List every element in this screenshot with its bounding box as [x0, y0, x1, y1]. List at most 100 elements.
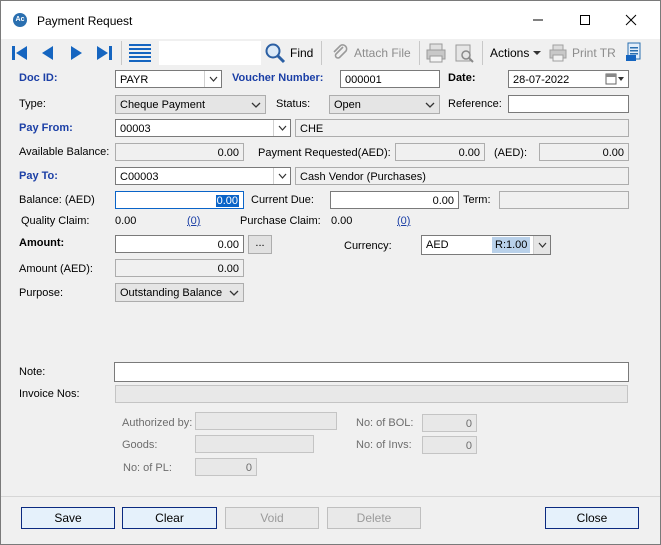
first-record-icon[interactable]: [11, 44, 29, 62]
app-icon: Ac: [13, 13, 27, 27]
authorized-by-label: Authorized by:: [122, 417, 193, 429]
window-title: Payment Request: [37, 14, 133, 28]
type-value: Cheque Payment: [120, 99, 205, 111]
currency-select[interactable]: AED R:1.00: [421, 235, 551, 255]
delete-label: Delete: [356, 511, 392, 525]
maximize-button[interactable]: [564, 7, 606, 35]
printer-icon: [549, 44, 567, 62]
chevron-down-icon: [251, 102, 261, 108]
find-label: Find: [290, 46, 314, 60]
aed-value: 0.00: [539, 143, 629, 161]
actions-menu-button[interactable]: Actions: [490, 42, 542, 64]
clear-button[interactable]: Clear: [122, 507, 217, 529]
print-preview-icon[interactable]: [453, 42, 475, 64]
previous-record-icon[interactable]: [39, 44, 57, 62]
attach-file-button[interactable]: Attach File: [330, 42, 411, 64]
type-dropdown[interactable]: Cheque Payment: [115, 95, 266, 114]
goods-label: Goods:: [122, 439, 158, 451]
attach-file-label: Attach File: [354, 46, 411, 60]
purchase-claim-value: 0.00: [331, 215, 353, 227]
date-label: Date:: [448, 72, 476, 84]
close-window-button[interactable]: [610, 7, 652, 35]
purpose-dropdown[interactable]: Outstanding Balance: [115, 283, 244, 302]
status-label: Status:: [276, 98, 311, 110]
minimize-icon: [533, 19, 543, 21]
save-button[interactable]: Save: [21, 507, 115, 529]
purpose-label: Purpose:: [19, 287, 64, 299]
list-view-icon[interactable]: [128, 42, 152, 64]
available-balance-label: Available Balance:: [19, 146, 110, 158]
print-icon[interactable]: [425, 42, 447, 64]
last-record-icon[interactable]: [95, 44, 113, 62]
pay-from-code: 00003: [120, 123, 151, 135]
toolbar-separator: [482, 41, 483, 65]
footer-divider: [1, 496, 660, 497]
pay-to-code: C00003: [120, 171, 159, 183]
toolbar: Find Attach File Actions Print TR: [1, 39, 660, 67]
purpose-value: Outstanding Balance: [120, 287, 223, 299]
aed-label: (AED):: [494, 147, 527, 159]
void-button[interactable]: Void: [225, 507, 319, 529]
current-due-value: 0.00: [330, 191, 459, 209]
find-button[interactable]: Find: [264, 42, 313, 64]
calendar-icon: [605, 72, 625, 87]
toolbar-separator: [121, 41, 122, 65]
no-of-invs-label: No: of Invs:: [356, 439, 412, 451]
note-input[interactable]: [114, 362, 629, 382]
maximize-icon: [580, 15, 590, 25]
reference-input[interactable]: [508, 95, 629, 113]
payment-requested-label: Payment Requested(AED):: [258, 147, 391, 159]
exchange-rate: R:1.00: [492, 237, 531, 253]
toolbar-search-field[interactable]: [159, 41, 261, 65]
voucher-number-input[interactable]: 000001: [340, 70, 440, 88]
goods-value: [195, 435, 314, 453]
pay-from-label: Pay From:: [19, 122, 73, 134]
doc-id-label: Doc ID:: [19, 72, 58, 84]
current-due-label: Current Due:: [251, 194, 314, 206]
no-of-pl-label: No: of PL:: [123, 462, 172, 474]
toolbar-separator: [321, 41, 322, 65]
next-record-icon[interactable]: [67, 44, 85, 62]
minimize-button[interactable]: [517, 7, 559, 35]
term-label: Term:: [463, 194, 491, 206]
save-label: Save: [54, 511, 82, 525]
amount-lookup-button[interactable]: ...: [248, 235, 272, 254]
pay-to-name: Cash Vendor (Purchases): [295, 167, 629, 185]
doc-id-select[interactable]: PAYR: [115, 70, 222, 88]
actions-label: Actions: [490, 46, 530, 60]
invoice-nos-value: [115, 385, 628, 403]
pay-to-label: Pay To:: [19, 170, 58, 182]
delete-button[interactable]: Delete: [327, 507, 421, 529]
title-bar: Ac Payment Request: [1, 1, 660, 39]
quality-claim-value: 0.00: [115, 215, 137, 227]
payment-request-window: Ac Payment Request Find Attach File Acti…: [0, 0, 661, 545]
clear-label: Clear: [155, 511, 184, 525]
quality-claim-label: Quality Claim:: [21, 215, 90, 227]
toolbar-separator: [419, 41, 420, 65]
chevron-down-icon: [229, 290, 239, 296]
date-picker[interactable]: 28-07-2022: [508, 70, 629, 88]
close-icon: [625, 14, 637, 26]
close-button[interactable]: Close: [545, 507, 639, 529]
payment-requested-value: 0.00: [395, 143, 485, 161]
date-value: 28-07-2022: [513, 74, 570, 86]
purchase-claim-link[interactable]: (0): [397, 215, 410, 227]
document-icon[interactable]: [624, 41, 644, 63]
authorized-by-value: [195, 412, 337, 430]
no-of-bol-label: No: of BOL:: [356, 417, 414, 429]
amount-aed-value: 0.00: [115, 259, 244, 277]
pay-to-select[interactable]: C00003: [115, 167, 291, 185]
chevron-down-icon: [533, 236, 550, 254]
no-of-invs-value: 0: [422, 436, 477, 454]
balance-aed-input[interactable]: 0.00: [115, 191, 244, 209]
quality-claim-link[interactable]: (0): [187, 215, 200, 227]
magnifier-icon: [265, 43, 286, 64]
reference-label: Reference:: [448, 98, 502, 110]
pay-from-select[interactable]: 00003: [115, 119, 291, 137]
amount-input[interactable]: 0.00: [115, 235, 244, 253]
print-tr-button[interactable]: Print TR: [548, 42, 616, 64]
amount-label: Amount:: [19, 237, 65, 249]
status-dropdown[interactable]: Open: [329, 95, 440, 114]
amount-aed-label: Amount (AED):: [19, 263, 93, 275]
status-value: Open: [334, 99, 361, 111]
